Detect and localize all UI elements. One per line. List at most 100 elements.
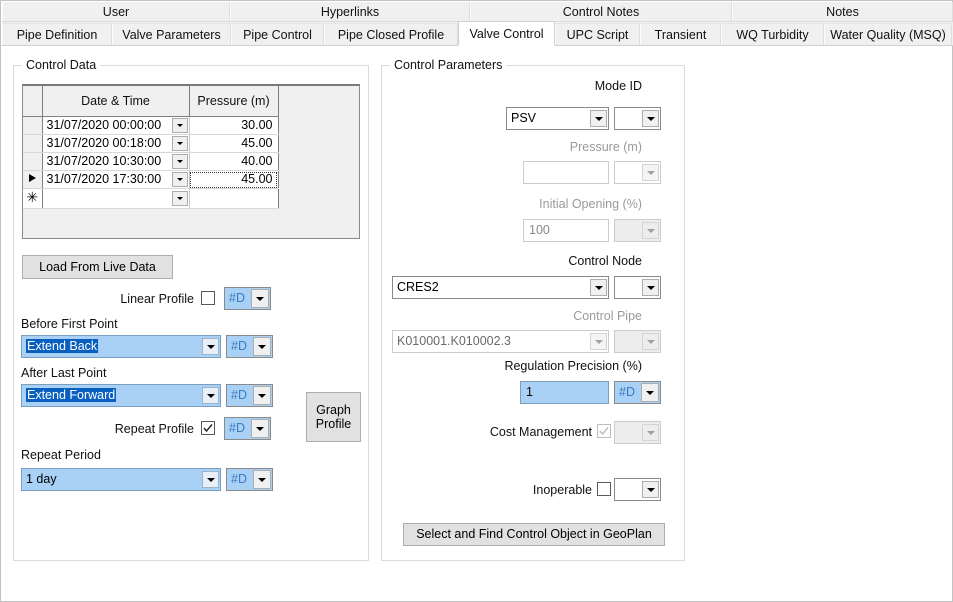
cell-datetime[interactable]: 31/07/2020 00:18:00	[42, 135, 189, 153]
chevron-down-icon[interactable]	[172, 172, 188, 187]
tab-control-notes[interactable]: Control Notes	[470, 2, 732, 21]
chevron-down-icon[interactable]	[251, 289, 269, 308]
cell-pressure[interactable]: 45.00	[189, 135, 278, 153]
tab-water-quality-msq[interactable]: Water Quality (MSQ)	[824, 23, 952, 45]
tab-pipe-definition[interactable]: Pipe Definition	[2, 23, 112, 45]
table-row[interactable]: 31/07/2020 00:00:0030.00	[23, 117, 278, 135]
table-row[interactable]: 31/07/2020 10:30:0040.00	[23, 153, 278, 171]
chevron-down-icon[interactable]	[172, 136, 188, 151]
tab-pipe-control[interactable]: Pipe Control	[231, 23, 324, 45]
before-first-point-combo[interactable]: Extend Back	[21, 335, 221, 358]
cost-management-checkbox[interactable]	[597, 424, 611, 438]
chevron-down-icon[interactable]	[172, 118, 188, 133]
chevron-down-icon[interactable]	[202, 387, 219, 404]
tab-wq-turbidity[interactable]: WQ Turbidity	[721, 23, 824, 45]
inoperable-side-combo[interactable]	[614, 478, 661, 501]
table-body: 31/07/2020 00:00:0030.0031/07/2020 00:18…	[23, 117, 278, 209]
regulation-precision-dcombo-text: #D	[615, 382, 641, 403]
mode-id-side-combo[interactable]	[614, 107, 661, 130]
chevron-down-icon[interactable]	[642, 222, 659, 239]
tab-pipe-closed-profile[interactable]: Pipe Closed Profile	[324, 23, 458, 45]
repeat-profile-dcombo[interactable]: #D	[224, 417, 271, 440]
control-node-combo[interactable]: CRES2	[392, 276, 609, 299]
table-row[interactable]: 31/07/2020 17:30:0045.00	[23, 171, 278, 189]
graph-profile-button[interactable]: Graph Profile	[306, 392, 361, 442]
row-new-indicator[interactable]: ✳	[23, 189, 42, 209]
col-header-pressure[interactable]: Pressure (m)	[189, 86, 278, 117]
chevron-down-icon[interactable]	[172, 154, 188, 169]
chevron-down-icon[interactable]	[642, 164, 659, 181]
tab-valve-parameters[interactable]: Valve Parameters	[112, 23, 231, 45]
chevron-down-icon[interactable]	[590, 110, 607, 127]
before-first-point-dcombo[interactable]: #D	[226, 335, 273, 358]
chevron-down-icon[interactable]	[172, 191, 188, 206]
cell-datetime[interactable]: 31/07/2020 00:00:00	[42, 117, 189, 135]
control-pipe-side-combo[interactable]	[614, 330, 661, 353]
cell-datetime[interactable]	[42, 189, 189, 209]
col-header-datetime[interactable]: Date & Time	[42, 86, 189, 117]
chevron-down-icon[interactable]	[253, 470, 271, 489]
chevron-down-icon[interactable]	[590, 333, 607, 350]
cost-management-label: Cost Management	[462, 425, 592, 439]
pressure-side-combo[interactable]	[614, 161, 661, 184]
cell-datetime[interactable]: 31/07/2020 10:30:00	[42, 153, 189, 171]
table-row[interactable]: 31/07/2020 00:18:0045.00	[23, 135, 278, 153]
select-find-control-object-button[interactable]: Select and Find Control Object in GeoPla…	[403, 523, 665, 546]
load-from-live-data-button[interactable]: Load From Live Data	[22, 255, 173, 279]
chevron-down-icon[interactable]	[251, 419, 269, 438]
repeat-profile-checkbox[interactable]	[201, 421, 215, 435]
cell-datetime[interactable]: 31/07/2020 17:30:00	[42, 171, 189, 189]
tab-label: Pipe Control	[243, 28, 312, 42]
tab-valve-control[interactable]: Valve Control	[458, 21, 555, 46]
inoperable-checkbox[interactable]	[597, 482, 611, 496]
control-pipe-combo[interactable]: K010001.K010002.3	[392, 330, 609, 353]
cell-pressure[interactable]	[189, 189, 278, 209]
tab-upc-script[interactable]: UPC Script	[555, 23, 640, 45]
repeat-period-combo[interactable]: 1 day	[21, 468, 221, 491]
control-pipe-value: K010001.K010002.3	[393, 332, 590, 351]
cell-pressure[interactable]: 45.00	[189, 171, 278, 189]
control-node-side-combo[interactable]	[614, 276, 661, 299]
pressure-input[interactable]	[523, 161, 609, 184]
chevron-down-icon[interactable]	[642, 279, 659, 296]
after-last-point-dcombo-text: #D	[227, 385, 253, 406]
chevron-down-icon[interactable]	[642, 481, 659, 498]
table-row-new[interactable]: ✳	[23, 189, 278, 209]
mode-id-combo[interactable]: PSV	[506, 107, 609, 130]
repeat-period-dcombo[interactable]: #D	[226, 468, 273, 491]
initial-opening-input[interactable]: 100	[523, 219, 609, 242]
tab-transient[interactable]: Transient	[640, 23, 721, 45]
initial-opening-side-combo[interactable]	[614, 219, 661, 242]
tab-hyperlinks[interactable]: Hyperlinks	[230, 2, 470, 21]
row-selector-cell[interactable]	[23, 117, 42, 135]
top-tabstrip: UserHyperlinksControl NotesNotes	[2, 2, 953, 22]
chevron-down-icon[interactable]	[642, 424, 659, 441]
chevron-down-icon[interactable]	[642, 110, 659, 127]
chevron-down-icon[interactable]	[253, 337, 271, 356]
regulation-precision-input[interactable]: 1	[520, 381, 609, 404]
control-data-grid[interactable]: Date & Time Pressure (m) 31/07/2020 00:0…	[22, 84, 360, 239]
cost-management-side-combo[interactable]	[614, 421, 661, 444]
cell-pressure[interactable]: 40.00	[189, 153, 278, 171]
cell-pressure[interactable]: 30.00	[189, 117, 278, 135]
control-parameters-title: Control Parameters	[390, 58, 506, 72]
chevron-down-icon[interactable]	[590, 279, 607, 296]
after-last-point-combo[interactable]: Extend Forward	[21, 384, 221, 407]
tab-user[interactable]: User	[2, 2, 230, 21]
regulation-precision-dcombo[interactable]: #D	[614, 381, 661, 404]
inoperable-label: Inoperable	[482, 483, 592, 497]
row-selector-cell[interactable]	[23, 135, 42, 153]
row-current-indicator[interactable]	[23, 171, 42, 189]
chevron-down-icon[interactable]	[253, 386, 271, 405]
row-selector-cell[interactable]	[23, 153, 42, 171]
chevron-down-icon[interactable]	[202, 338, 219, 355]
chevron-down-icon[interactable]	[642, 333, 659, 350]
chevron-down-icon[interactable]	[641, 383, 659, 402]
linear-profile-dcombo[interactable]: #D	[224, 287, 271, 310]
checkmark-icon	[598, 425, 610, 437]
tab-notes[interactable]: Notes	[732, 2, 953, 21]
linear-profile-checkbox[interactable]	[201, 291, 215, 305]
after-last-point-dcombo[interactable]: #D	[226, 384, 273, 407]
chevron-down-icon[interactable]	[202, 471, 219, 488]
tab-label: Transient	[655, 28, 707, 42]
